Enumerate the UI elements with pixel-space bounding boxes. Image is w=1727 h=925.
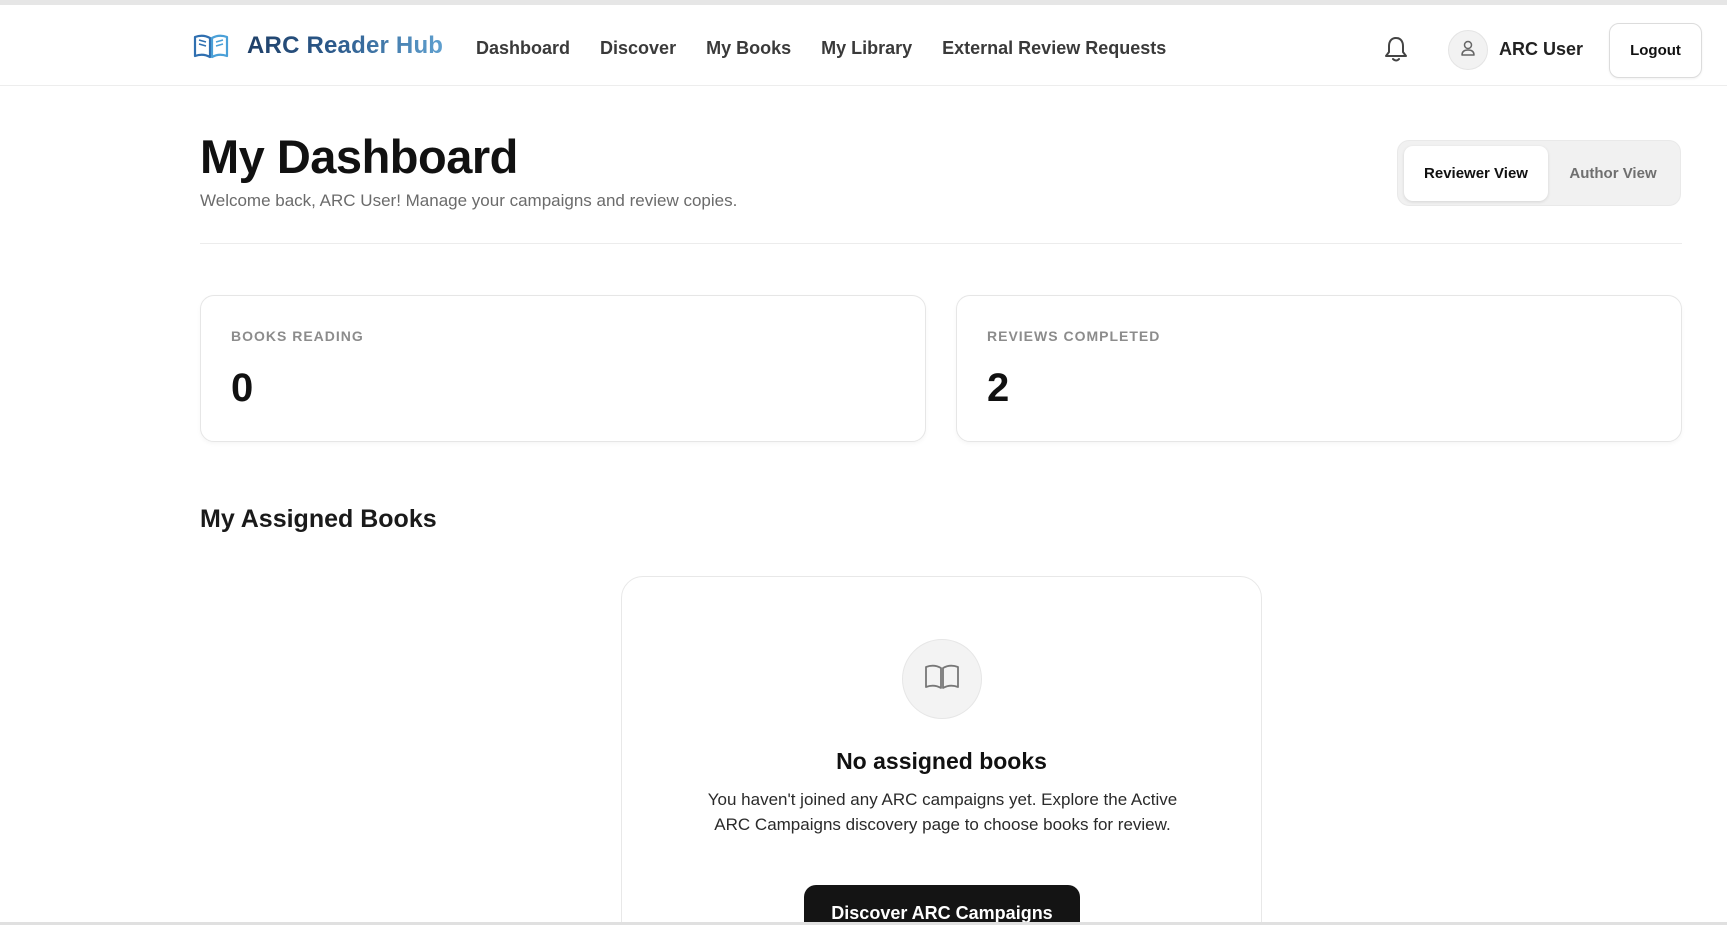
stat-card-books-reading: BOOKS READING 0 <box>200 295 926 442</box>
stat-label: REVIEWS COMPLETED <box>987 328 1161 344</box>
view-toggle: Reviewer View Author View <box>1397 140 1681 206</box>
empty-state-card: No assigned books You haven't joined any… <box>621 576 1262 922</box>
nav-link-dashboard[interactable]: Dashboard <box>476 38 570 59</box>
discover-arc-campaigns-button[interactable]: Discover ARC Campaigns <box>804 885 1080 922</box>
heading-divider <box>200 243 1682 244</box>
author-view-button[interactable]: Author View <box>1550 146 1676 201</box>
empty-state-message: You haven't joined any ARC campaigns yet… <box>707 790 1178 834</box>
nav-link-my-library[interactable]: My Library <box>821 38 912 59</box>
page-subtitle: Welcome back, ARC User! Manage your camp… <box>200 191 738 210</box>
nav-link-discover[interactable]: Discover <box>600 38 676 59</box>
logout-button[interactable]: Logout <box>1609 23 1702 78</box>
stat-value: 0 <box>231 366 254 410</box>
username[interactable]: ARC User <box>1499 39 1583 60</box>
empty-state-icon-circle <box>902 639 982 719</box>
bell-icon[interactable] <box>1383 35 1409 63</box>
section-title-assigned-books: My Assigned Books <box>200 505 437 533</box>
brand-name: ARC Reader Hub <box>247 32 444 59</box>
nav-link-my-books[interactable]: My Books <box>706 38 791 59</box>
top-navigation-bar: ARC Reader Hub Dashboard Discover My Boo… <box>0 5 1727 86</box>
main-nav: Dashboard Discover My Books My Library E… <box>476 38 1196 59</box>
reviewer-view-button[interactable]: Reviewer View <box>1404 146 1548 201</box>
user-icon <box>1459 39 1477 62</box>
stat-label: BOOKS READING <box>231 328 364 344</box>
nav-link-external-review-requests[interactable]: External Review Requests <box>942 38 1166 59</box>
page-title: My Dashboard <box>200 130 518 183</box>
empty-state-title: No assigned books <box>836 748 1047 774</box>
stat-card-reviews-completed: REVIEWS COMPLETED 2 <box>956 295 1682 442</box>
brand-logo-link[interactable]: ARC Reader Hub <box>193 32 443 60</box>
stat-value: 2 <box>987 366 1010 410</box>
open-book-icon <box>193 32 229 60</box>
app-window: ARC Reader Hub Dashboard Discover My Boo… <box>0 0 1727 925</box>
avatar[interactable] <box>1448 30 1488 70</box>
book-open-icon <box>924 663 960 696</box>
